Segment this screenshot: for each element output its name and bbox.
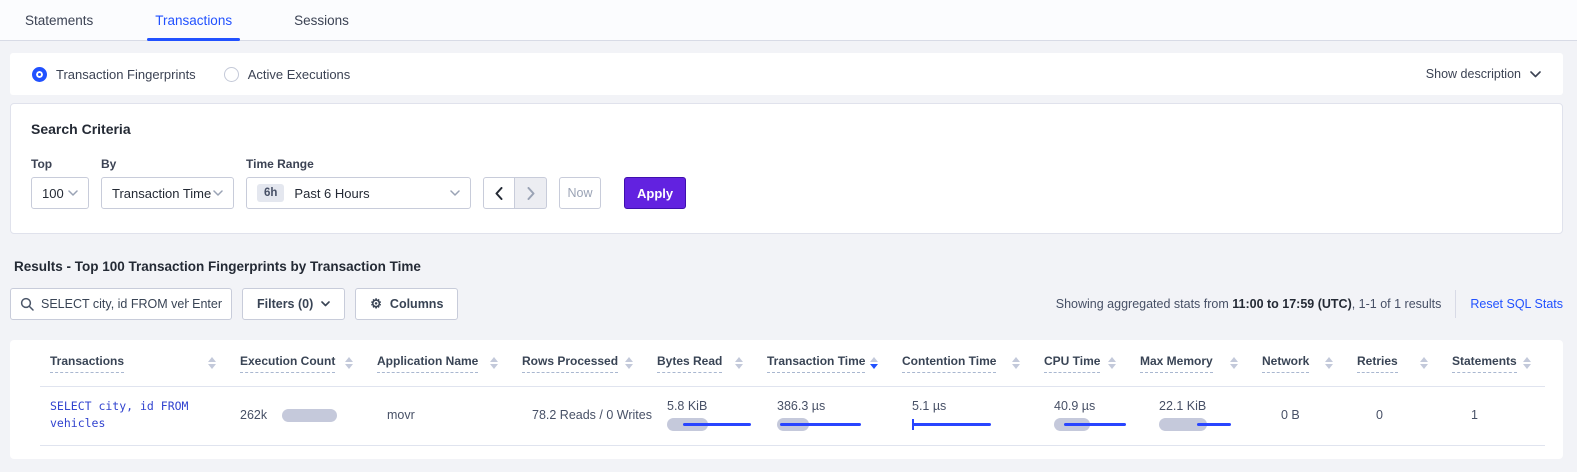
column-header-transaction-time[interactable]: Transaction Time bbox=[757, 354, 892, 373]
column-header-contention-time[interactable]: Contention Time bbox=[892, 354, 1034, 373]
show-description-toggle[interactable]: Show description bbox=[1426, 67, 1541, 81]
tab-statements[interactable]: Statements bbox=[17, 0, 101, 40]
by-label: By bbox=[101, 157, 234, 171]
tab-sessions[interactable]: Sessions bbox=[286, 0, 357, 40]
column-header-application-name[interactable]: Application Name bbox=[367, 354, 512, 373]
search-criteria-card: Search Criteria Top 100 By Transaction T… bbox=[10, 103, 1563, 234]
cell-rows-processed: 78.2 Reads / 0 Writes bbox=[522, 406, 657, 424]
results-heading: Results - Top 100 Transaction Fingerprin… bbox=[14, 259, 1577, 274]
columns-button[interactable]: ⚙︎ Columns bbox=[355, 288, 458, 320]
sort-icon[interactable] bbox=[1230, 357, 1238, 369]
cell-contention-time: 5.1 µs bbox=[902, 399, 1044, 431]
cell-retries: 0 bbox=[1366, 406, 1461, 424]
apply-button[interactable]: Apply bbox=[624, 177, 686, 209]
chevron-down-icon bbox=[68, 190, 78, 196]
search-criteria-title: Search Criteria bbox=[31, 121, 1542, 137]
sort-icon[interactable] bbox=[1012, 357, 1020, 369]
vertical-divider bbox=[1455, 290, 1456, 318]
column-header-cpu-time[interactable]: CPU Time bbox=[1034, 354, 1130, 373]
time-range-value: Past 6 Hours bbox=[294, 186, 369, 201]
time-range-field: Time Range 6h Past 6 Hours bbox=[246, 157, 471, 209]
top-field: Top 100 bbox=[31, 157, 89, 209]
view-mode-band: Transaction Fingerprints Active Executio… bbox=[10, 53, 1563, 95]
table-header-row: Transactions Execution Count Application… bbox=[40, 340, 1545, 387]
contention-time-bar bbox=[912, 418, 1007, 431]
top-select[interactable]: 100 bbox=[31, 177, 89, 209]
by-select-value: Transaction Time bbox=[112, 186, 211, 201]
sort-icon[interactable] bbox=[735, 357, 743, 369]
cell-cpu-time: 40.9 µs bbox=[1044, 399, 1149, 431]
aggregated-stats-text: Showing aggregated stats from 11:00 to 1… bbox=[1056, 297, 1442, 311]
max-memory-bar bbox=[1159, 418, 1254, 431]
column-header-bytes-read[interactable]: Bytes Read bbox=[647, 354, 757, 373]
gear-icon: ⚙︎ bbox=[370, 296, 382, 312]
show-description-label: Show description bbox=[1426, 67, 1521, 81]
sort-icon[interactable] bbox=[625, 357, 633, 369]
top-select-value: 100 bbox=[42, 186, 64, 201]
cell-execution-count: 262k bbox=[230, 408, 377, 422]
filters-label: Filters (0) bbox=[257, 297, 313, 311]
radio-transaction-fingerprints[interactable]: Transaction Fingerprints bbox=[32, 67, 196, 82]
sort-icon[interactable] bbox=[870, 357, 878, 369]
time-window-nav bbox=[483, 177, 547, 209]
chevron-down-icon bbox=[321, 301, 330, 307]
chevron-down-icon bbox=[450, 190, 460, 196]
cell-network: 0 B bbox=[1271, 406, 1366, 424]
bytes-read-bar bbox=[667, 418, 762, 431]
radio-label: Active Executions bbox=[248, 67, 351, 82]
cell-max-memory: 22.1 KiB bbox=[1149, 399, 1271, 431]
enter-hint: Enter bbox=[192, 297, 222, 311]
sort-icon[interactable] bbox=[1420, 357, 1428, 369]
search-input[interactable] bbox=[41, 289, 189, 319]
column-header-retries[interactable]: Retries bbox=[1347, 354, 1442, 373]
cell-transaction-time: 386.3 µs bbox=[767, 399, 902, 431]
sort-icon[interactable] bbox=[345, 357, 353, 369]
by-field: By Transaction Time bbox=[101, 157, 234, 209]
radio-label: Transaction Fingerprints bbox=[56, 67, 196, 82]
by-select[interactable]: Transaction Time bbox=[101, 177, 234, 209]
cell-bytes-read: 5.8 KiB bbox=[657, 399, 767, 431]
results-table: Transactions Execution Count Application… bbox=[10, 340, 1563, 459]
columns-label: Columns bbox=[390, 297, 443, 311]
column-header-rows-processed[interactable]: Rows Processed bbox=[512, 354, 647, 373]
next-time-window-button[interactable] bbox=[515, 177, 547, 209]
sort-icon[interactable] bbox=[490, 357, 498, 369]
cpu-time-bar bbox=[1054, 418, 1149, 431]
top-tab-bar: Statements Transactions Sessions bbox=[0, 0, 1577, 41]
radio-unselected-icon bbox=[224, 67, 239, 82]
fingerprint-search-box: Enter bbox=[10, 288, 232, 320]
reset-sql-stats-link[interactable]: Reset SQL Stats bbox=[1470, 297, 1563, 311]
time-range-select[interactable]: 6h Past 6 Hours bbox=[246, 177, 471, 209]
transaction-fingerprint-link[interactable]: SELECT city, id FROM vehicles bbox=[50, 398, 230, 432]
sort-icon[interactable] bbox=[1523, 357, 1531, 369]
column-header-statements[interactable]: Statements bbox=[1442, 354, 1545, 373]
radio-selected-icon bbox=[32, 67, 47, 82]
execution-count-bar bbox=[282, 409, 377, 422]
table-row: SELECT city, id FROM vehicles 262k movr … bbox=[40, 387, 1545, 446]
time-range-label: Time Range bbox=[246, 157, 471, 171]
transaction-time-bar bbox=[777, 418, 872, 431]
filters-button[interactable]: Filters (0) bbox=[242, 288, 345, 320]
chevron-down-icon bbox=[213, 190, 223, 196]
top-label: Top bbox=[31, 157, 89, 171]
column-header-network[interactable]: Network bbox=[1252, 354, 1347, 373]
sort-icon[interactable] bbox=[208, 357, 216, 369]
column-header-max-memory[interactable]: Max Memory bbox=[1130, 354, 1252, 373]
radio-active-executions[interactable]: Active Executions bbox=[224, 67, 351, 82]
sort-icon[interactable] bbox=[1325, 357, 1333, 369]
cell-transaction-fingerprint: SELECT city, id FROM vehicles bbox=[40, 398, 230, 432]
cell-application-name: movr bbox=[377, 406, 522, 424]
results-controls-row: Enter Filters (0) ⚙︎ Columns Showing agg… bbox=[10, 288, 1563, 320]
column-header-transactions[interactable]: Transactions bbox=[40, 354, 230, 373]
previous-time-window-button[interactable] bbox=[483, 177, 515, 209]
search-icon bbox=[20, 297, 34, 311]
chevron-down-icon bbox=[1530, 71, 1541, 78]
cell-statements: 1 bbox=[1461, 406, 1545, 424]
view-mode-radio-group: Transaction Fingerprints Active Executio… bbox=[32, 67, 350, 82]
now-button[interactable]: Now bbox=[559, 177, 601, 209]
tab-transactions[interactable]: Transactions bbox=[147, 0, 240, 40]
sort-icon[interactable] bbox=[1108, 357, 1116, 369]
time-range-badge: 6h bbox=[257, 184, 284, 202]
column-header-execution-count[interactable]: Execution Count bbox=[230, 354, 367, 373]
